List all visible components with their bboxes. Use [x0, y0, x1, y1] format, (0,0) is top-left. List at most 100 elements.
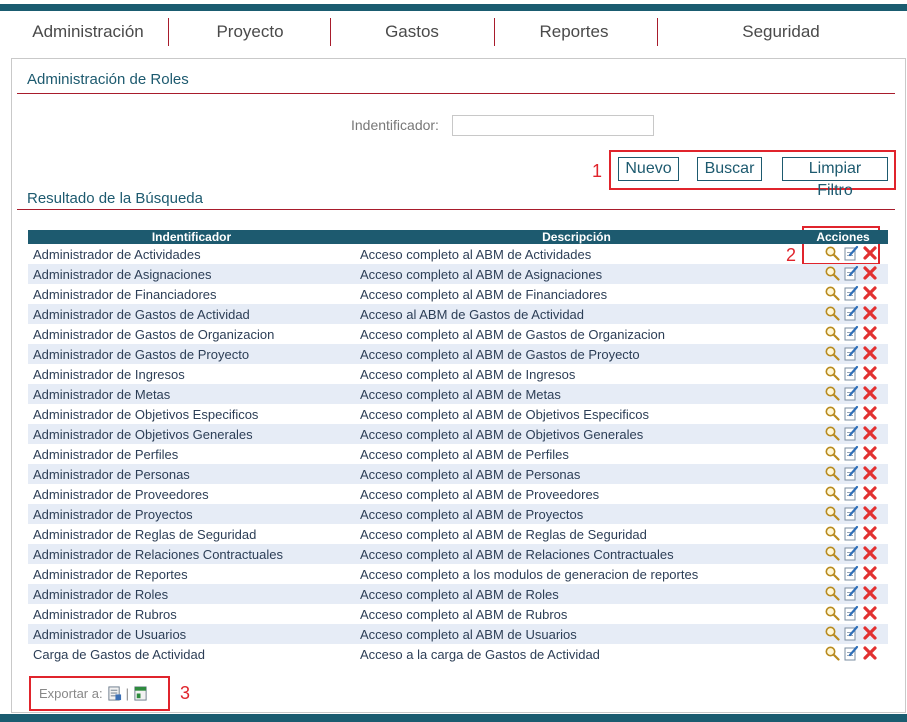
- view-icon[interactable]: [824, 545, 840, 561]
- view-icon[interactable]: [824, 325, 840, 341]
- table-row: Administrador de Rubros Acceso completo a…: [28, 604, 888, 624]
- delete-icon[interactable]: [862, 305, 878, 321]
- edit-icon[interactable]: [843, 565, 859, 581]
- delete-icon[interactable]: [862, 645, 878, 661]
- edit-icon[interactable]: [843, 265, 859, 281]
- role-identificador-cell: Administrador de Asignaciones: [28, 264, 355, 284]
- edit-icon[interactable]: [843, 325, 859, 341]
- table-row: Administrador de Metas Acceso completo al…: [28, 384, 888, 404]
- edit-icon[interactable]: [843, 345, 859, 361]
- view-icon[interactable]: [824, 365, 840, 381]
- delete-icon[interactable]: [862, 445, 878, 461]
- delete-icon[interactable]: [862, 585, 878, 601]
- header-descripcion[interactable]: Descripción: [355, 230, 798, 244]
- delete-icon[interactable]: [862, 525, 878, 541]
- view-icon[interactable]: [824, 285, 840, 301]
- delete-icon[interactable]: [862, 285, 878, 301]
- role-identificador-cell: Administrador de Gastos de Organizacion: [33, 326, 275, 342]
- edit-icon[interactable]: [843, 505, 859, 521]
- identificador-input[interactable]: [452, 115, 654, 136]
- view-icon[interactable]: [824, 245, 840, 261]
- edit-icon[interactable]: [843, 645, 859, 661]
- role-descripcion-cell: Acceso completo al ABM de Gastos de Proy…: [355, 344, 798, 364]
- edit-icon[interactable]: [843, 545, 859, 561]
- view-icon[interactable]: [824, 385, 840, 401]
- excel-export-icon[interactable]: [133, 686, 148, 701]
- view-icon[interactable]: [824, 625, 840, 641]
- role-descripcion-cell: Acceso completo al ABM de Proveedores: [360, 486, 600, 502]
- table-row: Administrador de Relaciones Contractuale…: [28, 544, 888, 564]
- edit-icon[interactable]: [843, 285, 859, 301]
- edit-icon[interactable]: [843, 585, 859, 601]
- view-icon[interactable]: [824, 485, 840, 501]
- edit-icon[interactable]: [843, 605, 859, 621]
- role-descripcion-cell: Acceso completo al ABM de Actividades: [360, 246, 592, 262]
- edit-icon[interactable]: [843, 305, 859, 321]
- view-icon[interactable]: [824, 505, 840, 521]
- edit-icon[interactable]: [843, 385, 859, 401]
- nav-item-gastos[interactable]: Gastos: [331, 11, 493, 51]
- main-nav: Administración Proyecto Gastos Reportes …: [7, 11, 907, 51]
- row-actions-cell: [798, 624, 888, 644]
- view-icon[interactable]: [824, 645, 840, 661]
- view-icon[interactable]: [824, 465, 840, 481]
- delete-icon[interactable]: [862, 605, 878, 621]
- row-actions-cell: [798, 644, 888, 664]
- view-icon[interactable]: [824, 525, 840, 541]
- role-descripcion-cell: Acceso completo al ABM de Usuarios: [355, 624, 798, 644]
- nav-item-reportes[interactable]: Reportes: [493, 11, 655, 51]
- edit-icon[interactable]: [843, 465, 859, 481]
- delete-icon[interactable]: [862, 325, 878, 341]
- view-icon[interactable]: [824, 585, 840, 601]
- results-divider: [17, 209, 895, 210]
- table-row: Administrador de Reportes Acceso completo…: [28, 564, 888, 584]
- edit-icon[interactable]: [843, 425, 859, 441]
- bottom-accent-bar: [0, 714, 907, 722]
- delete-icon[interactable]: [862, 365, 878, 381]
- delete-icon[interactable]: [862, 245, 878, 261]
- row-actions-cell: [798, 604, 888, 624]
- edit-icon[interactable]: [843, 405, 859, 421]
- view-icon[interactable]: [824, 405, 840, 421]
- pdf-export-icon[interactable]: [107, 686, 122, 701]
- role-identificador-cell: Administrador de Proveedores: [33, 486, 209, 502]
- annotation-marker-1: 1: [592, 161, 603, 181]
- delete-icon[interactable]: [862, 345, 878, 361]
- role-identificador-cell: Administrador de Ingresos: [33, 366, 185, 382]
- edit-icon[interactable]: [843, 485, 859, 501]
- delete-icon[interactable]: [862, 545, 878, 561]
- view-icon[interactable]: [824, 565, 840, 581]
- delete-icon[interactable]: [862, 425, 878, 441]
- nav-item-proyecto[interactable]: Proyecto: [169, 11, 331, 51]
- delete-icon[interactable]: [862, 465, 878, 481]
- nav-item-seguridad[interactable]: Seguridad: [655, 11, 907, 51]
- delete-icon[interactable]: [862, 405, 878, 421]
- delete-icon[interactable]: [862, 385, 878, 401]
- header-identificador[interactable]: Indentificador: [28, 230, 355, 244]
- delete-icon[interactable]: [862, 565, 878, 581]
- edit-icon[interactable]: [843, 245, 859, 261]
- role-descripcion-cell: Acceso completo al ABM de Perfiles: [360, 446, 569, 462]
- nuevo-button[interactable]: Nuevo: [618, 157, 679, 181]
- delete-icon[interactable]: [862, 505, 878, 521]
- row-actions-cell: [798, 324, 888, 344]
- edit-icon[interactable]: [843, 625, 859, 641]
- edit-icon[interactable]: [843, 525, 859, 541]
- buscar-button[interactable]: Buscar: [697, 157, 762, 181]
- view-icon[interactable]: [824, 265, 840, 281]
- view-icon[interactable]: [824, 345, 840, 361]
- view-icon[interactable]: [824, 605, 840, 621]
- edit-icon[interactable]: [843, 445, 859, 461]
- export-label: Exportar a:: [39, 686, 103, 701]
- role-identificador-cell: Administrador de Financiadores: [33, 286, 217, 302]
- nav-item-administracion[interactable]: Administración: [7, 11, 169, 51]
- limpiar-filtro-button[interactable]: Limpiar Filtro: [782, 157, 888, 199]
- delete-icon[interactable]: [862, 265, 878, 281]
- delete-icon[interactable]: [862, 625, 878, 641]
- view-icon[interactable]: [824, 425, 840, 441]
- view-icon[interactable]: [824, 445, 840, 461]
- role-identificador-cell: Administrador de Roles: [28, 584, 355, 604]
- view-icon[interactable]: [824, 305, 840, 321]
- delete-icon[interactable]: [862, 485, 878, 501]
- edit-icon[interactable]: [843, 365, 859, 381]
